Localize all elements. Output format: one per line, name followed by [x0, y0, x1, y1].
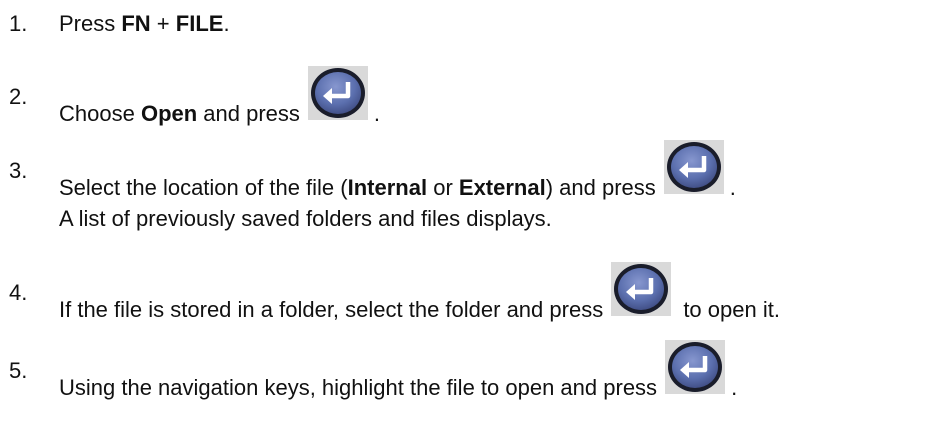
step-text-run: . [729, 175, 736, 200]
step-number: 4. [9, 280, 28, 305]
enter-key-icon [611, 262, 672, 316]
step-text-run: to open it. [677, 297, 780, 322]
instruction-page: { "steps": [ { "number": "1.", "parts": … [0, 0, 927, 428]
step-text: Using the navigation keys, highlight the… [59, 340, 738, 401]
bold-key-term: FILE [175, 11, 224, 36]
step-text-run: A list of previously saved folders and f… [59, 206, 552, 231]
step-text-run: + [150, 11, 176, 36]
step-text-run: Press [59, 11, 122, 36]
step-number: 2. [9, 84, 28, 109]
instruction-step: 2. Choose Open and press. [0, 66, 381, 127]
step-text: A list of previously saved folders and f… [59, 206, 552, 232]
bold-key-term: Open [140, 101, 198, 126]
step-text-run: and press [197, 101, 300, 126]
step-text-run: Choose [59, 101, 141, 126]
step-text-run: . [731, 375, 738, 400]
step-text: Press FN + FILE. [59, 11, 230, 37]
instruction-step: 5. Using the navigation keys, highlight t… [0, 340, 738, 401]
instruction-step: 4. If the file is stored in a folder, sel… [0, 262, 780, 323]
enter-key-icon [663, 140, 724, 194]
step-text-run: . [223, 11, 230, 36]
step-text-run: ) and press [545, 175, 656, 200]
enter-key-icon [665, 340, 726, 394]
step-number: 3. [9, 158, 28, 183]
step-number: 5. [9, 358, 28, 383]
step-text: If the file is stored in a folder, selec… [59, 262, 780, 323]
enter-key-icon [307, 66, 368, 120]
bold-key-term: FN [121, 11, 151, 36]
instruction-step: 1. Press FN + FILE. [0, 0, 230, 52]
step-text-run: . [373, 101, 381, 126]
step-number: 1. [9, 11, 28, 36]
step-text: Choose Open and press. [59, 66, 381, 127]
step-text-run: If the file is stored in a folder, selec… [59, 297, 604, 322]
step-text-run: Using the navigation keys, highlight the… [59, 375, 658, 400]
instruction-note: A list of previously saved folders and f… [0, 191, 552, 247]
